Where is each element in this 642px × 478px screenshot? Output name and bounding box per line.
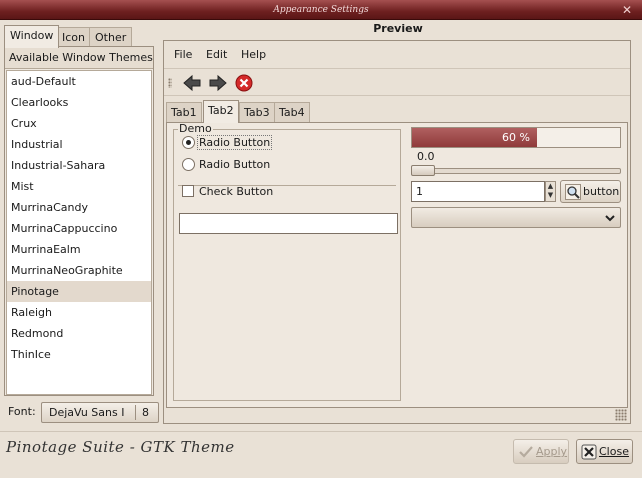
themes-list[interactable]: aud-Default Clearlooks Crux Industrial I… [6,70,152,395]
theme-item[interactable]: aud-Default [7,71,151,92]
icon-button-label: button [583,185,620,198]
tab-other[interactable]: Other [89,27,133,47]
forward-arrow-icon[interactable] [208,73,228,93]
check-button-label: Check Button [199,185,274,198]
spin-buttons[interactable]: ▲ ▼ [545,181,556,202]
font-size: 8 [142,406,149,419]
theme-item[interactable]: MurrinaEalm [7,239,151,260]
preview-frame: File Edit Help Tab1 Tab2 Tab3 Tab4 Demo … [163,40,631,424]
font-label: Font: [8,405,36,418]
stop-icon[interactable] [234,73,254,93]
close-label: Close [599,445,629,458]
preview-toolbar [164,70,630,96]
menu-file[interactable]: File [174,48,192,61]
progress-text: 60 % [502,131,530,144]
theme-item[interactable]: MurrinaNeoGraphite [7,260,151,281]
preview-tab-panel: Demo Radio Button Radio Button Check But… [166,122,628,408]
toolbar-grip-icon[interactable] [168,78,172,88]
theme-item[interactable]: MurrinaCappuccino [7,218,151,239]
radio-button-1-label: Radio Button [196,135,273,150]
spin-down-icon[interactable]: ▼ [546,191,555,200]
spin-up-icon[interactable]: ▲ [546,182,555,191]
resize-grip-icon[interactable] [615,409,627,421]
window-close-icon[interactable]: ✕ [622,0,632,20]
window-title: Appearance Settings [273,5,369,15]
tab-1[interactable]: Tab1 [166,102,202,122]
menu-edit[interactable]: Edit [206,48,227,61]
radio-checked-indicator[interactable] [182,136,195,149]
window-themes-panel: Available Window Themes aud-Default Clea… [4,46,154,396]
theme-item[interactable]: Redmond [7,323,151,344]
icon-button[interactable]: button [560,180,621,203]
demo-text-entry[interactable] [179,213,398,234]
theme-item[interactable]: Industrial [7,134,151,155]
theme-signature: Pinotage Suite - GTK Theme [6,438,235,456]
close-button[interactable]: Close [576,439,633,464]
footer-separator [0,431,642,432]
theme-item[interactable]: Raleigh [7,302,151,323]
spin-value: 1 [416,185,423,198]
back-arrow-icon[interactable] [182,73,202,93]
theme-item[interactable]: Clearlooks [7,92,151,113]
close-icon [581,444,597,460]
combo-box[interactable] [411,207,621,228]
demo-legend: Demo [178,122,213,135]
spin-entry[interactable]: 1 [411,181,545,202]
tab-2[interactable]: Tab2 [203,100,239,123]
tab-icon[interactable]: Icon [56,27,91,47]
checkbox-indicator[interactable] [182,185,194,197]
theme-item-selected[interactable]: Pinotage [7,281,151,302]
font-button-separator [135,405,136,420]
font-picker-button[interactable]: DejaVu Sans I 8 [41,402,159,423]
preview-title: Preview [373,22,423,35]
window-titlebar: Appearance Settings ✕ [0,0,642,20]
demo-frame: Demo Radio Button Radio Button Check But… [173,123,401,401]
theme-item[interactable]: Industrial-Sahara [7,155,151,176]
tab-window[interactable]: Window [4,25,60,48]
menu-help[interactable]: Help [241,48,266,61]
themes-list-header: Available Window Themes [5,47,153,69]
apply-label: Apply [536,445,568,458]
progress-bar: 60 % [411,127,621,148]
tab-3[interactable]: Tab3 [239,102,275,122]
theme-item[interactable]: ThinIce [7,344,151,365]
theme-item[interactable]: Mist [7,176,151,197]
magnifier-icon [565,184,581,200]
chevron-down-icon [605,215,615,222]
theme-item[interactable]: Crux [7,113,151,134]
radio-unchecked-indicator[interactable] [182,158,195,171]
tab-4[interactable]: Tab4 [274,102,310,122]
font-name: DejaVu Sans I [49,406,125,419]
preview-menubar: File Edit Help [164,41,630,69]
radio-button-2-label: Radio Button [199,158,271,171]
apply-button[interactable]: Apply [513,439,569,464]
scale-handle[interactable] [411,165,435,176]
theme-item[interactable]: MurrinaCandy [7,197,151,218]
check-icon [519,446,533,458]
scale-value: 0.0 [417,150,435,163]
scale-trough[interactable] [411,168,621,174]
